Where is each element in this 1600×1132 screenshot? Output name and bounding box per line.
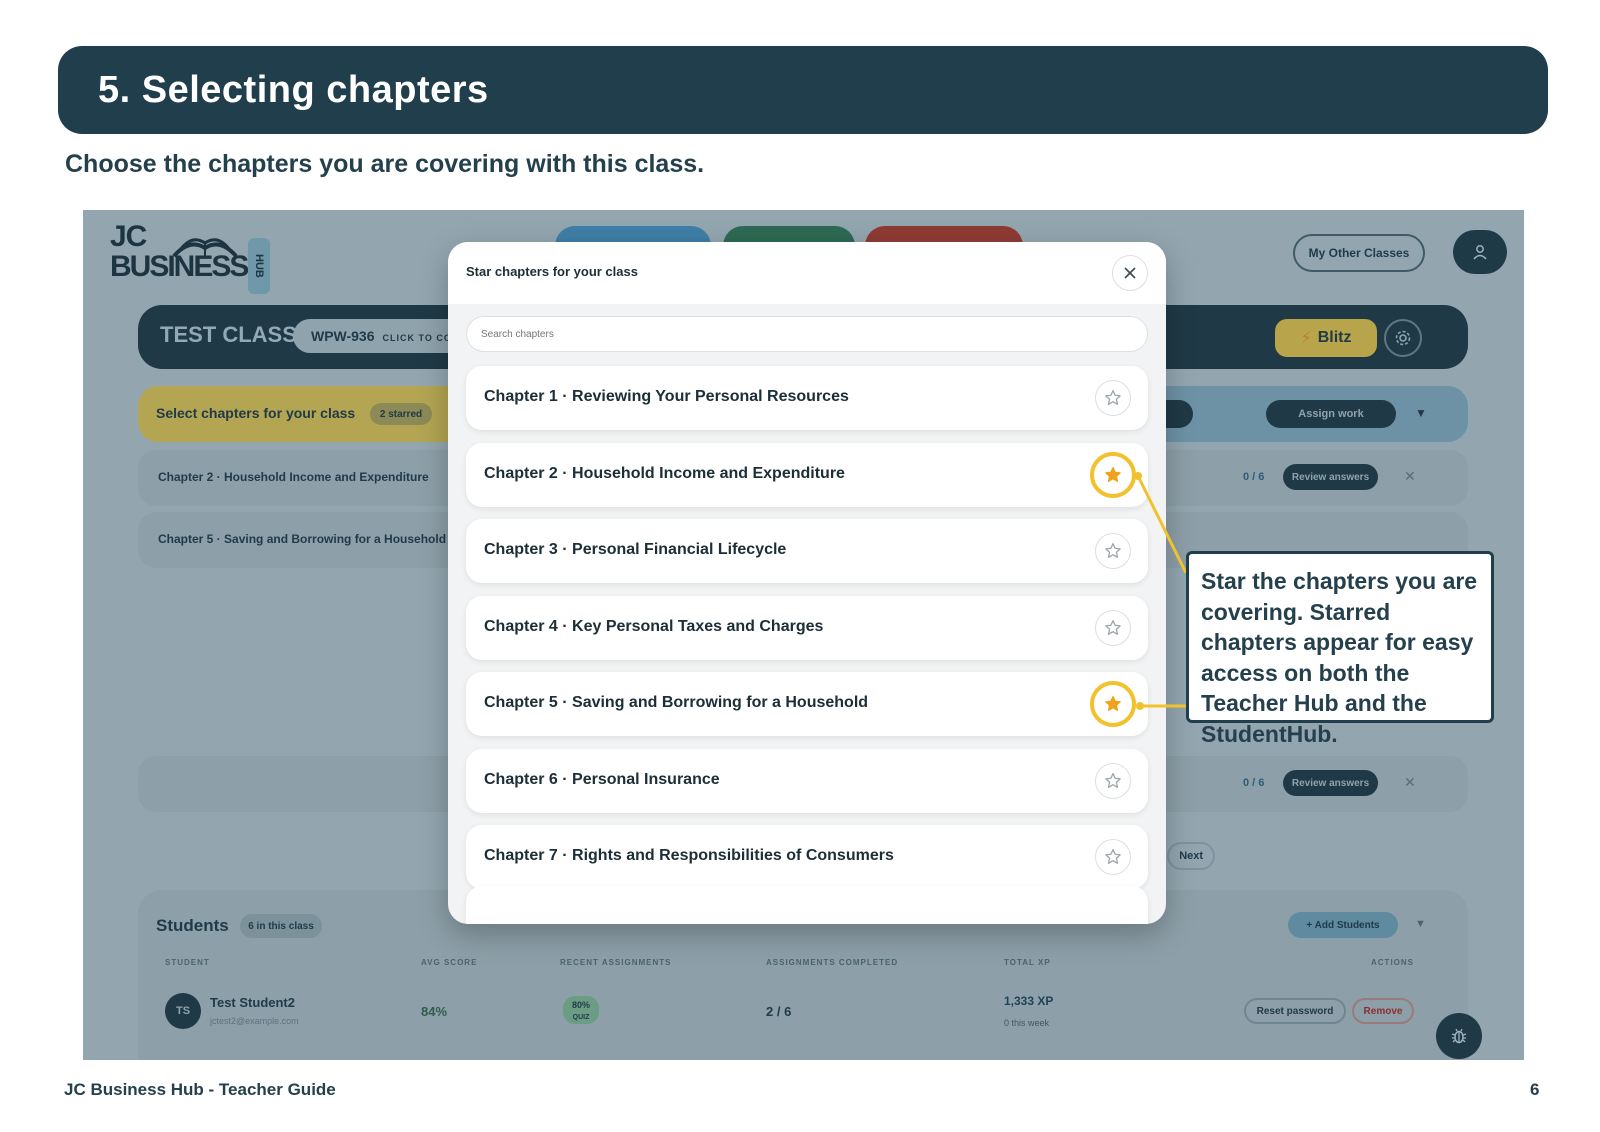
blitz-button[interactable]: ⚡ Blitz <box>1275 319 1377 357</box>
completed-value: 2 / 6 <box>766 1004 792 1019</box>
my-other-classes-button[interactable]: My Other Classes <box>1293 234 1425 272</box>
bug-report-button[interactable] <box>1436 1013 1482 1059</box>
students-title: Students <box>156 916 229 935</box>
page-title: 5. Selecting chapters <box>98 68 489 111</box>
star-toggle[interactable] <box>1095 762 1131 799</box>
app-logo[interactable]: JC BUSINESS HUB <box>110 220 270 294</box>
star-icon <box>1105 542 1121 558</box>
column-header-completed: ASSIGNMENTS COMPLETED <box>766 958 899 967</box>
gear-icon <box>1395 330 1411 346</box>
chapter-label: Chapter 7 · Rights and Responsibilities … <box>484 847 894 864</box>
chapter-label: Chapter 3 · Personal Financial Lifecycle <box>484 541 787 558</box>
select-chapters-bar[interactable]: Select chapters for your class 2 starred <box>138 386 498 442</box>
star-icon <box>1105 466 1121 482</box>
remove-student-button[interactable]: Remove <box>1352 998 1414 1024</box>
assignment-score: 0 / 6 <box>1243 777 1265 789</box>
star-icon <box>1105 848 1121 864</box>
chapter-item[interactable]: Chapter 3 · Personal Financial Lifecycle <box>466 519 1148 583</box>
list-item[interactable] <box>466 886 1148 924</box>
chapter-label: Chapter 6 · Personal Insurance <box>484 770 720 788</box>
assignment-score: 0 / 6 <box>1243 471 1265 483</box>
quiz-label: QUIZ <box>572 1014 590 1021</box>
close-modal-button[interactable] <box>1112 255 1148 291</box>
modal-header: Star chapters for your class <box>448 242 1166 304</box>
chapter-item[interactable]: Chapter 2 · Household Income and Expendi… <box>466 442 1148 507</box>
logo-hub-tag: HUB <box>248 238 270 294</box>
class-name: TEST CLASS <box>160 322 297 347</box>
star-toggle[interactable] <box>1095 609 1131 646</box>
column-header-total-xp[interactable]: TOTAL XP <box>1004 958 1051 967</box>
assign-work-bar: Work Assign work ▼ <box>1113 386 1468 442</box>
chapter-label: Chapter 4 · Key Personal Taxes and Charg… <box>484 617 824 635</box>
assignment-title: Chapter 5 · Saving and Borrowing for a H… <box>158 532 447 546</box>
star-icon <box>1105 772 1121 788</box>
star-toggle[interactable] <box>1095 839 1131 875</box>
chevron-down-icon[interactable]: ▼ <box>1415 406 1427 420</box>
class-code: WPW-936 <box>311 328 375 344</box>
close-icon[interactable]: ✕ <box>1404 774 1416 791</box>
chapter-label: Chapter 2 · Household Income and Expendi… <box>484 464 845 482</box>
search-chapters-input[interactable] <box>466 316 1148 352</box>
settings-button[interactable] <box>1384 319 1422 357</box>
select-chapters-label: Select chapters for your class <box>156 405 356 421</box>
add-students-button[interactable]: + Add Students <box>1288 912 1398 938</box>
total-xp-value: 1,333 XP <box>1004 994 1054 1008</box>
chapter-label: Chapter 1 · Reviewing Your Personal Reso… <box>484 388 849 405</box>
reset-password-button[interactable]: Reset password <box>1244 998 1346 1024</box>
star-chapters-modal: Star chapters for your class Chapter 1 ·… <box>448 242 1166 924</box>
recent-quiz-badge: 80% QUIZ <box>563 996 599 1024</box>
students-count-badge: 6 in this class <box>240 914 322 938</box>
review-answers-button[interactable]: Review answers <box>1283 464 1378 490</box>
column-header-recent: RECENT ASSIGNMENTS <box>560 958 672 967</box>
avg-score-value: 84% <box>421 1004 448 1019</box>
chapter-label: Chapter 5 · Saving and Borrowing for a H… <box>484 694 869 711</box>
footer-title: JC Business Hub - Teacher Guide <box>64 1080 336 1099</box>
xp-this-week: 0 this week <box>1004 1018 1050 1028</box>
avatar: TS <box>165 993 201 1029</box>
star-icon <box>1105 695 1121 711</box>
star-icon <box>1105 619 1121 635</box>
modal-title: Star chapters for your class <box>466 264 638 279</box>
assignment-title: Chapter 2 · Household Income and Expendi… <box>158 470 429 484</box>
logo-business: BUSINESS <box>110 250 249 283</box>
close-icon[interactable]: ✕ <box>1404 468 1416 485</box>
star-toggle-starred[interactable] <box>1090 681 1136 727</box>
blitz-label: Blitz <box>1317 329 1352 346</box>
review-answers-button[interactable]: Review answers <box>1283 770 1378 796</box>
logo-jc: JC <box>110 220 147 253</box>
chapter-item[interactable]: Chapter 1 · Reviewing Your Personal Reso… <box>466 366 1148 430</box>
star-toggle[interactable] <box>1095 380 1131 416</box>
user-icon <box>1473 245 1487 260</box>
quiz-percent: 80% <box>571 1000 590 1010</box>
student-name: Test Student2 <box>210 995 295 1010</box>
column-header-avg-score[interactable]: AVG SCORE <box>421 958 477 967</box>
chapter-item[interactable]: Chapter 7 · Rights and Responsibilities … <box>466 825 1148 889</box>
section-banner: 5. Selecting chapters <box>58 46 1548 134</box>
class-code-hint: CLICK TO CO <box>382 333 452 343</box>
callout-box: Star the chapters you are covering. Star… <box>1186 551 1494 747</box>
next-page-button[interactable]: Next <box>1167 842 1216 870</box>
chapter-item[interactable]: Chapter 6 · Personal Insurance <box>466 748 1148 813</box>
lightning-icon: ⚡ <box>1300 330 1312 347</box>
profile-button[interactable] <box>1453 230 1507 274</box>
star-toggle[interactable] <box>1095 533 1131 569</box>
column-header-student[interactable]: STUDENT <box>165 958 210 967</box>
bug-icon <box>1451 1028 1467 1044</box>
assign-work-button[interactable]: Assign work <box>1266 400 1396 428</box>
starred-count-badge: 2 starred <box>370 403 432 425</box>
star-toggle-starred[interactable] <box>1090 451 1136 498</box>
intro-text: Choose the chapters you are covering wit… <box>65 150 705 178</box>
chapter-item[interactable]: Chapter 5 · Saving and Borrowing for a H… <box>466 672 1148 736</box>
student-email: jctest2@example.com <box>210 1016 299 1026</box>
star-icon <box>1105 389 1121 405</box>
column-header-actions: ACTIONS <box>1371 958 1414 967</box>
page-number: 6 <box>1530 1080 1540 1099</box>
close-icon <box>1124 267 1136 279</box>
chevron-down-icon[interactable]: ▼ <box>1415 918 1426 930</box>
chapter-item[interactable]: Chapter 4 · Key Personal Taxes and Charg… <box>466 595 1148 660</box>
